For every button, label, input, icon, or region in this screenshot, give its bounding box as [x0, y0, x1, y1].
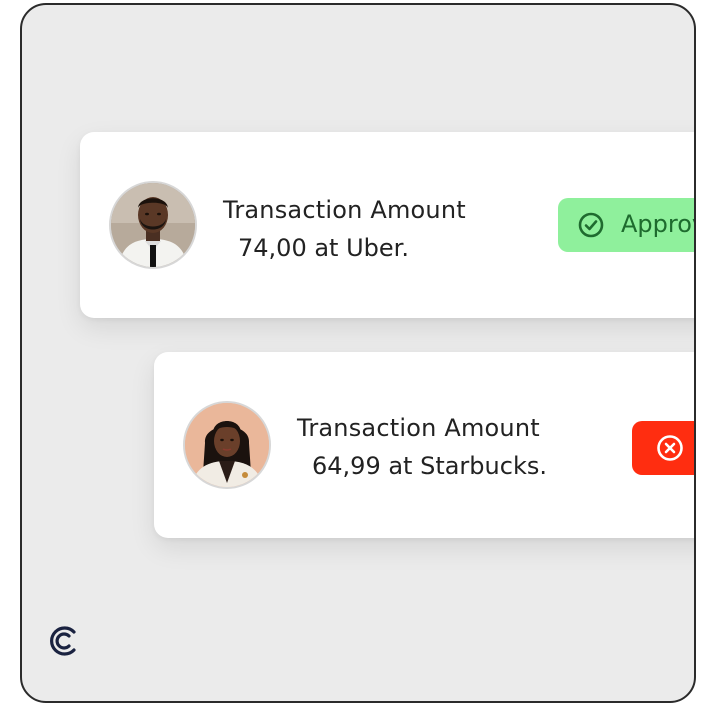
transaction-detail: 74,00 at Uber. — [238, 234, 409, 262]
transaction-title: Transaction Amount — [297, 414, 540, 442]
transaction-detail: 64,99 at Starbucks. — [312, 452, 547, 480]
transaction-card-starbucks[interactable]: Transaction Amount 64,99 at Starbucks. — [154, 352, 694, 538]
c-logo-icon — [50, 626, 76, 656]
status-label: Approv — [621, 210, 694, 238]
avatar — [109, 181, 197, 269]
check-circle-icon — [578, 212, 604, 238]
transaction-card-uber[interactable]: Transaction Amount 74,00 at Uber. Approv — [80, 132, 694, 318]
x-circle-icon — [657, 435, 683, 461]
status-badge-approved: Approv — [558, 198, 694, 252]
status-badge-declined — [632, 421, 694, 475]
transaction-title: Transaction Amount — [223, 196, 466, 224]
avatar — [183, 401, 271, 489]
man-portrait-icon — [111, 183, 195, 267]
woman-portrait-icon — [185, 403, 269, 487]
app-frame: Transaction Amount 74,00 at Uber. Approv — [20, 3, 696, 703]
